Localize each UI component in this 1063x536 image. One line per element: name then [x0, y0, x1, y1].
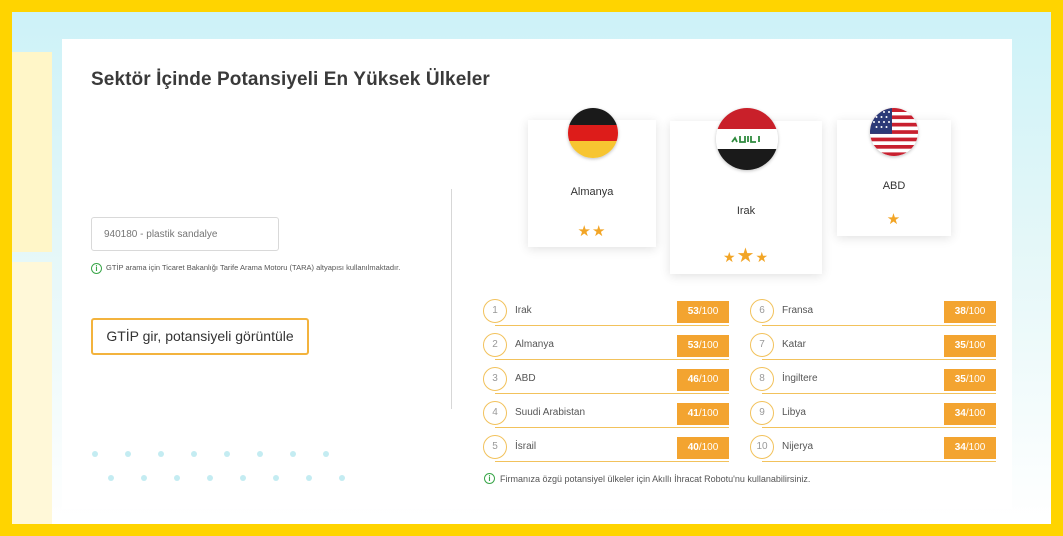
score-badge: 53/100: [677, 335, 729, 357]
score-max: /100: [965, 442, 986, 453]
rank-country-name: Nijerya: [782, 441, 814, 452]
page-frame: Sektör İçinde Potansiyeli En Yüksek Ülke…: [0, 0, 1063, 536]
ranking-item[interactable]: 7 Katar 35/100: [750, 333, 996, 361]
rank-underline: [762, 359, 996, 360]
rank-country-name: Irak: [515, 305, 532, 316]
star-rating: ★: [886, 211, 902, 228]
rank-underline: [495, 427, 729, 428]
rank-country-name: Suudi Arabistan: [515, 407, 586, 418]
score-badge: 53/100: [677, 301, 729, 323]
score-max: /100: [965, 306, 986, 317]
score-max: /100: [698, 374, 719, 385]
score-max: /100: [965, 340, 986, 351]
ranking-item[interactable]: 3 ABD 46/100: [483, 367, 729, 395]
score-badge: 40/100: [677, 437, 729, 459]
podium-country-name: ABD: [882, 180, 906, 192]
rank-number: 6: [750, 299, 774, 323]
info-icon: i: [91, 263, 102, 274]
robot-info-text: Firmanıza özgü potansiyel ülkeler için A…: [500, 473, 811, 484]
score-max: /100: [698, 340, 719, 351]
score-value: 40: [687, 442, 699, 453]
score-badge: 34/100: [944, 437, 996, 459]
rank-underline: [495, 393, 729, 394]
ranking-item[interactable]: 5 İsrail 40/100: [483, 435, 729, 463]
star-rating: ★★: [577, 223, 607, 240]
rank-number: 7: [750, 333, 774, 357]
score-badge: 35/100: [944, 369, 996, 391]
rank-underline: [495, 325, 729, 326]
score-max: /100: [698, 442, 719, 453]
score-badge: 35/100: [944, 335, 996, 357]
rank-country-name: Almanya: [515, 339, 554, 350]
rank-number: 1: [483, 299, 507, 323]
rank-number: 8: [750, 367, 774, 391]
rank-number: 3: [483, 367, 507, 391]
rank-number: 5: [483, 435, 507, 459]
page-title: Sektör İçinde Potansiyeli En Yüksek Ülke…: [91, 69, 490, 90]
score-value: 53: [687, 340, 699, 351]
ranking-item[interactable]: 9 Libya 34/100: [750, 401, 996, 429]
score-value: 53: [687, 306, 699, 317]
background-accent: [12, 52, 52, 252]
tara-info: i GTİP arama için Ticaret Bakanlığı Tari…: [91, 263, 401, 274]
gtip-search-input[interactable]: [91, 217, 279, 251]
rank-underline: [495, 359, 729, 360]
rank-country-name: Katar: [782, 339, 806, 350]
score-value: 38: [954, 306, 966, 317]
score-value: 46: [687, 374, 699, 385]
rank-country-name: İngiltere: [782, 373, 818, 384]
score-badge: 41/100: [677, 403, 729, 425]
score-max: /100: [965, 408, 986, 419]
section-divider: [451, 189, 452, 409]
rank-country-name: ABD: [515, 373, 536, 384]
score-value: 34: [954, 408, 966, 419]
rank-number: 2: [483, 333, 507, 357]
score-max: /100: [965, 374, 986, 385]
usa-flag-icon: [870, 108, 918, 156]
info-icon: i: [484, 473, 495, 484]
germany-flag-icon: [568, 108, 618, 158]
rank-underline: [495, 461, 729, 462]
rank-country-name: İsrail: [515, 441, 537, 452]
ranking-item[interactable]: 2 Almanya 53/100: [483, 333, 729, 361]
podium-country-name: Irak: [736, 205, 756, 217]
ranking-item[interactable]: 1 Irak 53/100: [483, 299, 729, 327]
score-max: /100: [698, 408, 719, 419]
background-accent: [12, 262, 52, 524]
score-value: 41: [687, 408, 699, 419]
ranking-item[interactable]: 10 Nijerya 34/100: [750, 435, 996, 463]
show-potential-button[interactable]: GTİP gir, potansiyeli görüntüle: [91, 318, 309, 355]
score-value: 35: [954, 374, 966, 385]
score-badge: 34/100: [944, 403, 996, 425]
score-value: 35: [954, 340, 966, 351]
score-badge: 38/100: [944, 301, 996, 323]
score-max: /100: [698, 306, 719, 317]
rank-underline: [762, 461, 996, 462]
iraq-flag-icon: [716, 108, 778, 170]
rank-country-name: Fransa: [782, 305, 814, 316]
score-value: 34: [954, 442, 966, 453]
score-badge: 46/100: [677, 369, 729, 391]
tara-info-text: GTİP arama için Ticaret Bakanlığı Tarife…: [106, 263, 401, 272]
rank-number: 10: [750, 435, 774, 459]
rank-underline: [762, 393, 996, 394]
rank-underline: [762, 325, 996, 326]
ranking-item[interactable]: 8 İngiltere 35/100: [750, 367, 996, 395]
potential-countries-card: Sektör İçinde Potansiyeli En Yüksek Ülke…: [62, 39, 1012, 509]
ranking-item[interactable]: 6 Fransa 38/100: [750, 299, 996, 327]
podium-country-name: Almanya: [570, 186, 614, 198]
rank-underline: [762, 427, 996, 428]
rank-number: 4: [483, 401, 507, 425]
robot-info: i Firmanıza özgü potansiyel ülkeler için…: [484, 473, 810, 484]
ranking-item[interactable]: 4 Suudi Arabistan 41/100: [483, 401, 729, 429]
rank-number: 9: [750, 401, 774, 425]
rank-country-name: Libya: [782, 407, 806, 418]
star-rating: ★★★: [722, 245, 770, 267]
